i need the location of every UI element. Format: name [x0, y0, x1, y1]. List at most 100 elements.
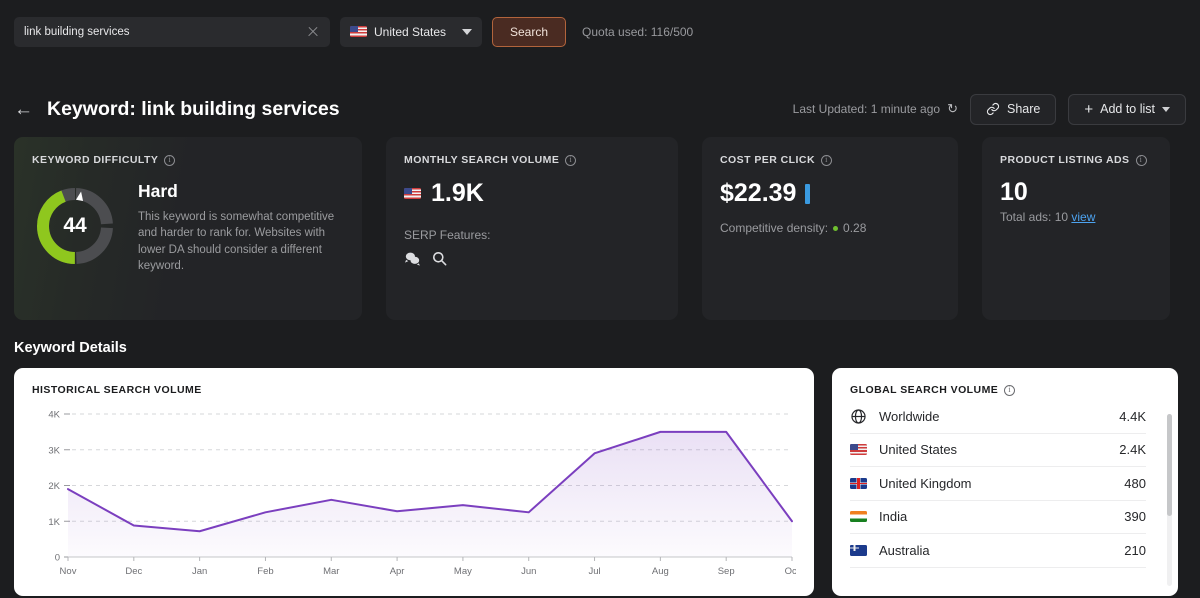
flag-gb-icon [850, 478, 867, 489]
keyword-search-box[interactable] [14, 17, 330, 47]
chevron-down-icon [1162, 107, 1170, 112]
product-listing-ads-value: 10 [1000, 179, 1152, 206]
historical-chart: 0 1K 2K 3K 4K Nov Dec Jan Feb Mar Apr May Jun Jul Aug S… [32, 402, 796, 587]
cost-per-click-value: $22.39 [720, 179, 796, 208]
y-axis-label: 0 [55, 553, 60, 564]
difficulty-score: 44 [32, 183, 118, 269]
global-volume-row[interactable]: United Kingdom480 [850, 467, 1146, 501]
discussions-icon[interactable] [404, 251, 421, 266]
page-header-actions: Last Updated: 1 minute ago ↻ Share + Add… [793, 94, 1186, 125]
difficulty-description: This keyword is somewhat competitive and… [138, 209, 338, 274]
global-volume-country: United States [879, 442, 1107, 457]
x-axis-label: Aug [652, 566, 669, 577]
flag-us-icon [850, 444, 867, 455]
keyword-details-heading: Keyword Details [0, 340, 1200, 356]
product-listing-ads-card: PRODUCT LISTING ADS i 10 Total ads: 10 v… [982, 137, 1170, 320]
total-ads-label: Total ads: 10 view [1000, 210, 1152, 224]
cpc-indicator-bar [805, 184, 810, 204]
clear-search-icon[interactable] [306, 25, 320, 39]
competitive-density: Competitive density: 0.28 [720, 221, 940, 235]
historical-chart-svg[interactable]: 0 1K 2K 3K 4K Nov Dec Jan Feb Mar Apr May Jun Jul Aug S… [32, 402, 796, 587]
quota-used-label: Quota used: 116/500 [582, 25, 693, 39]
top-search-bar: United States Search Quota used: 116/500 [0, 0, 1200, 63]
global-volume-scrollbar[interactable] [1167, 414, 1172, 586]
x-axis-label: Oct [785, 566, 796, 577]
view-ads-link[interactable]: view [1071, 210, 1095, 224]
global-volume-country: Australia [879, 543, 1112, 558]
flag-in-icon [850, 511, 867, 522]
country-select[interactable]: United States [340, 17, 482, 47]
x-axis-label: Dec [125, 566, 142, 577]
keyword-difficulty-label: KEYWORD DIFFICULTY i [32, 154, 344, 166]
global-volume-row[interactable]: United States 2.4K [850, 434, 1146, 468]
metric-cards-row: KEYWORD DIFFICULTY i 44 Hard Th [0, 137, 1200, 320]
y-axis-label: 4K [48, 410, 60, 421]
global-volume-row[interactable]: India 390 [850, 501, 1146, 535]
serp-features-icons [404, 251, 660, 266]
serp-features-label: SERP Features: [404, 228, 660, 242]
arrow-left-icon[interactable]: ← [14, 100, 33, 119]
y-axis-label: 3K [48, 445, 60, 456]
chart-title: HISTORICAL SEARCH VOLUME [32, 384, 796, 396]
last-updated-label: Last Updated: 1 minute ago [793, 102, 940, 116]
page-title: Keyword: link building services [47, 98, 340, 121]
global-volume-value: 4.4K [1119, 409, 1146, 424]
x-axis-label: Jun [521, 566, 536, 577]
link-icon [986, 102, 1000, 116]
share-label: Share [1007, 102, 1040, 116]
product-listing-ads-label: PRODUCT LISTING ADS i [1000, 154, 1152, 166]
global-volume-row[interactable]: Worldwide 4.4K [850, 400, 1146, 434]
x-axis-label: Jul [588, 566, 600, 577]
page-header: ← Keyword: link building services Last U… [0, 85, 1200, 133]
chart-area-fill [68, 432, 792, 557]
info-icon[interactable]: i [164, 155, 175, 166]
global-volume-country: India [879, 509, 1112, 524]
global-volume-value: 2.4K [1119, 442, 1146, 457]
x-axis-label: Mar [323, 566, 339, 577]
x-axis-label: Jan [192, 566, 207, 577]
cost-per-click-card: COST PER CLICK i $22.39 Competitive dens… [702, 137, 958, 320]
global-volume-country: United Kingdom [879, 476, 1112, 491]
global-volume-list: Worldwide 4.4K United States 2.4K United Kin… [850, 400, 1160, 568]
chevron-down-icon [462, 29, 472, 35]
flag-us-icon [404, 188, 421, 199]
monthly-search-volume-card: MONTHLY SEARCH VOLUME i 1.9K SERP Featur… [386, 137, 678, 320]
search-button[interactable]: Search [492, 17, 566, 47]
density-dot-icon [833, 226, 838, 231]
info-icon[interactable]: i [565, 155, 576, 166]
info-icon[interactable]: i [1004, 385, 1015, 396]
scrollbar-thumb[interactable] [1167, 414, 1172, 516]
global-volume-value: 210 [1124, 543, 1146, 558]
y-axis-label: 2K [48, 481, 60, 492]
x-axis-label: Nov [60, 566, 77, 577]
add-to-list-label: Add to list [1100, 102, 1155, 116]
flag-au-icon [850, 545, 867, 556]
y-axis-label: 1K [48, 517, 60, 528]
globe-icon [850, 408, 867, 425]
difficulty-verdict: Hard [138, 181, 338, 202]
keyword-details-row: HISTORICAL SEARCH VOLUME 0 1K 2K 3K 4K Nov Dec… [0, 368, 1200, 596]
related-searches-icon[interactable] [432, 251, 447, 266]
historical-search-volume-card: HISTORICAL SEARCH VOLUME 0 1K 2K 3K 4K Nov Dec… [14, 368, 814, 596]
x-axis-label: Feb [257, 566, 273, 577]
plus-icon: + [1084, 102, 1093, 117]
add-to-list-button[interactable]: + Add to list [1068, 94, 1186, 125]
search-input[interactable] [24, 26, 306, 38]
info-icon[interactable]: i [1136, 155, 1147, 166]
x-axis-label: Sep [718, 566, 735, 577]
refresh-icon[interactable]: ↻ [947, 101, 958, 117]
global-search-volume-card: GLOBAL SEARCH VOLUME i Worldwide 4.4K Unit… [832, 368, 1178, 596]
share-button[interactable]: Share [970, 94, 1056, 125]
global-volume-value: 390 [1124, 509, 1146, 524]
country-select-label: United States [374, 25, 455, 39]
global-search-volume-title: GLOBAL SEARCH VOLUME i [850, 384, 1160, 396]
global-volume-country: Worldwide [879, 409, 1107, 424]
competitive-density-label: Competitive density: [720, 221, 828, 235]
x-axis-label: May [454, 566, 472, 577]
info-icon[interactable]: i [821, 155, 832, 166]
global-volume-row[interactable]: Australia 210 [850, 534, 1146, 568]
x-axis-label: Apr [390, 566, 405, 577]
monthly-search-volume-value: 1.9K [431, 179, 484, 208]
flag-us-icon [350, 26, 367, 37]
difficulty-gauge: 44 [32, 183, 118, 269]
